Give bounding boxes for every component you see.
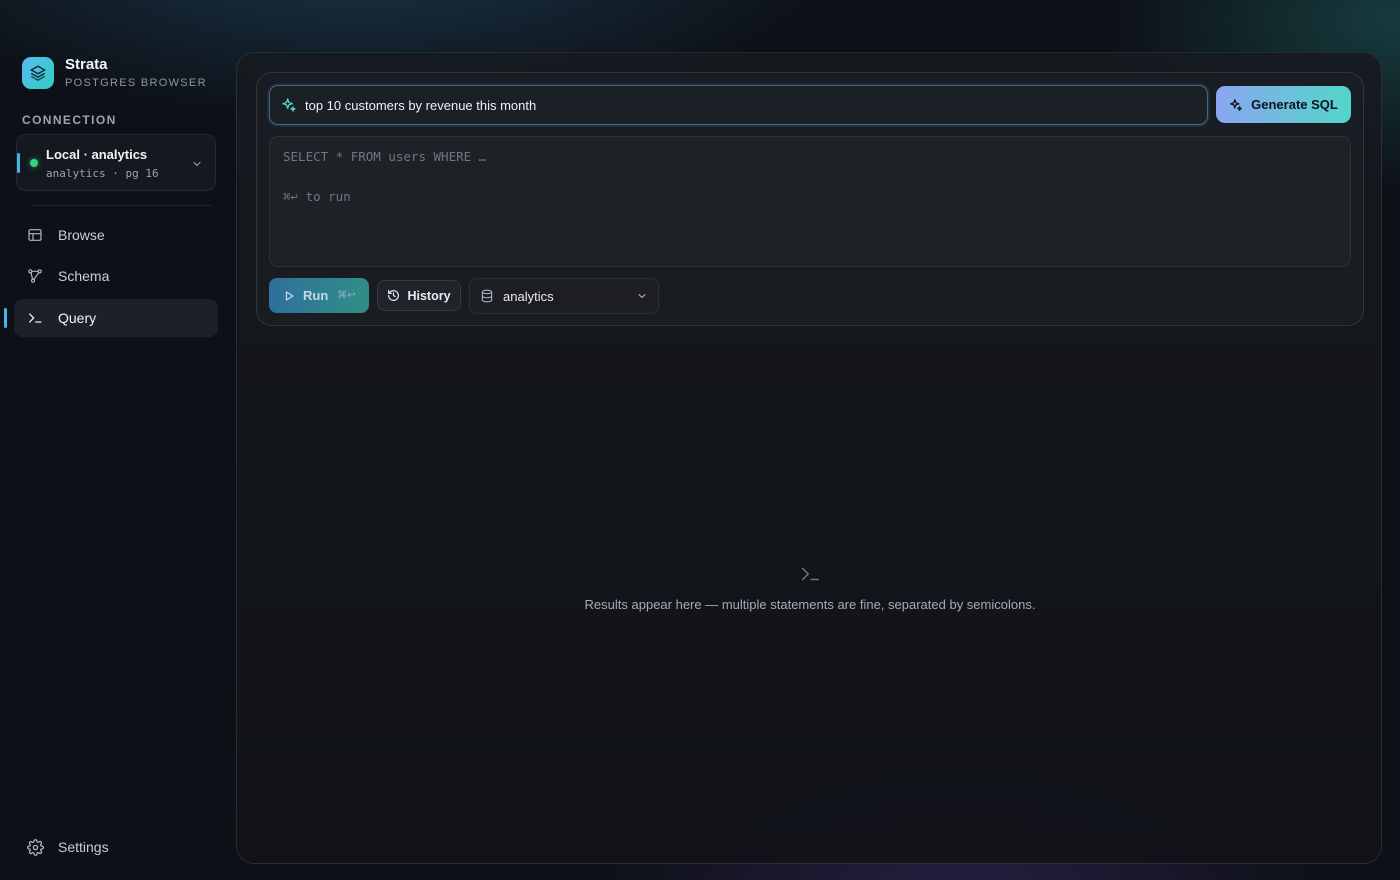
sidebar-item-schema[interactable]: Schema [14,257,218,295]
history-label: History [407,288,451,303]
database-icon [481,289,493,303]
query-workspace: Generate SQL SELECT * FROM users WHERE …… [236,52,1382,864]
results-empty-message: Results appear here — multiple statement… [584,597,1036,612]
gear-icon [26,838,44,856]
connection-detail: analytics · pg 16 [46,167,159,180]
results-empty-state: Results appear here — multiple statement… [237,563,1383,612]
sidebar-item-label: Query [58,310,97,326]
query-composer: Generate SQL SELECT * FROM users WHERE …… [256,72,1364,326]
run-shortcut: ⌘↩ [337,290,356,301]
terminal-icon [801,567,820,581]
ai-prompt-input[interactable] [305,86,1207,124]
brand-name: Strata [65,56,108,73]
brand-subtitle: POSTGRES BROWSER [65,77,207,89]
active-nav-indicator [4,308,7,328]
table-icon [26,226,44,244]
history-icon [388,290,400,301]
connection-selector[interactable]: Local · analytics analytics · pg 16 [16,134,216,191]
sidebar-divider [30,205,212,206]
generate-sql-label: Generate SQL [1251,97,1338,112]
connection-section-label: CONNECTION [22,113,117,127]
chevron-down-icon [191,157,203,175]
sidebar-item-browse[interactable]: Browse [14,216,218,254]
connection-status-dot [30,159,38,167]
brand: Strata POSTGRES BROWSER [22,56,207,90]
sidebar-item-label: Browse [58,227,105,243]
ai-prompt-field[interactable] [269,85,1208,125]
play-icon [285,290,294,301]
sparkle-icon [1230,98,1243,111]
sidebar-item-settings[interactable]: Settings [14,828,218,866]
sql-editor-placeholder: SELECT * FROM users WHERE … [283,149,487,164]
sql-editor[interactable]: SELECT * FROM users WHERE … ⌘↩ to run [269,136,1351,267]
sidebar-item-label: Settings [58,839,109,855]
run-label: Run [303,288,329,303]
connection-name: Local · analytics [46,147,148,162]
sql-editor-hint: ⌘↩ to run [283,189,351,204]
run-button[interactable]: Run ⌘↩ [269,278,369,313]
sidebar: Strata POSTGRES BROWSER CONNECTION Local… [0,0,232,880]
connection-accent-bar [17,153,20,173]
sidebar-item-query[interactable]: Query [14,299,218,337]
generate-sql-button[interactable]: Generate SQL [1216,86,1351,123]
database-select[interactable]: analytics [469,278,659,314]
sparkle-icon [281,97,297,113]
schema-icon [26,267,44,285]
chevron-down-icon [638,293,646,299]
database-select-value: analytics [503,288,554,304]
layers-logo-icon [22,57,54,89]
history-button[interactable]: History [377,280,461,311]
terminal-icon [26,309,44,327]
sidebar-item-label: Schema [58,268,110,284]
